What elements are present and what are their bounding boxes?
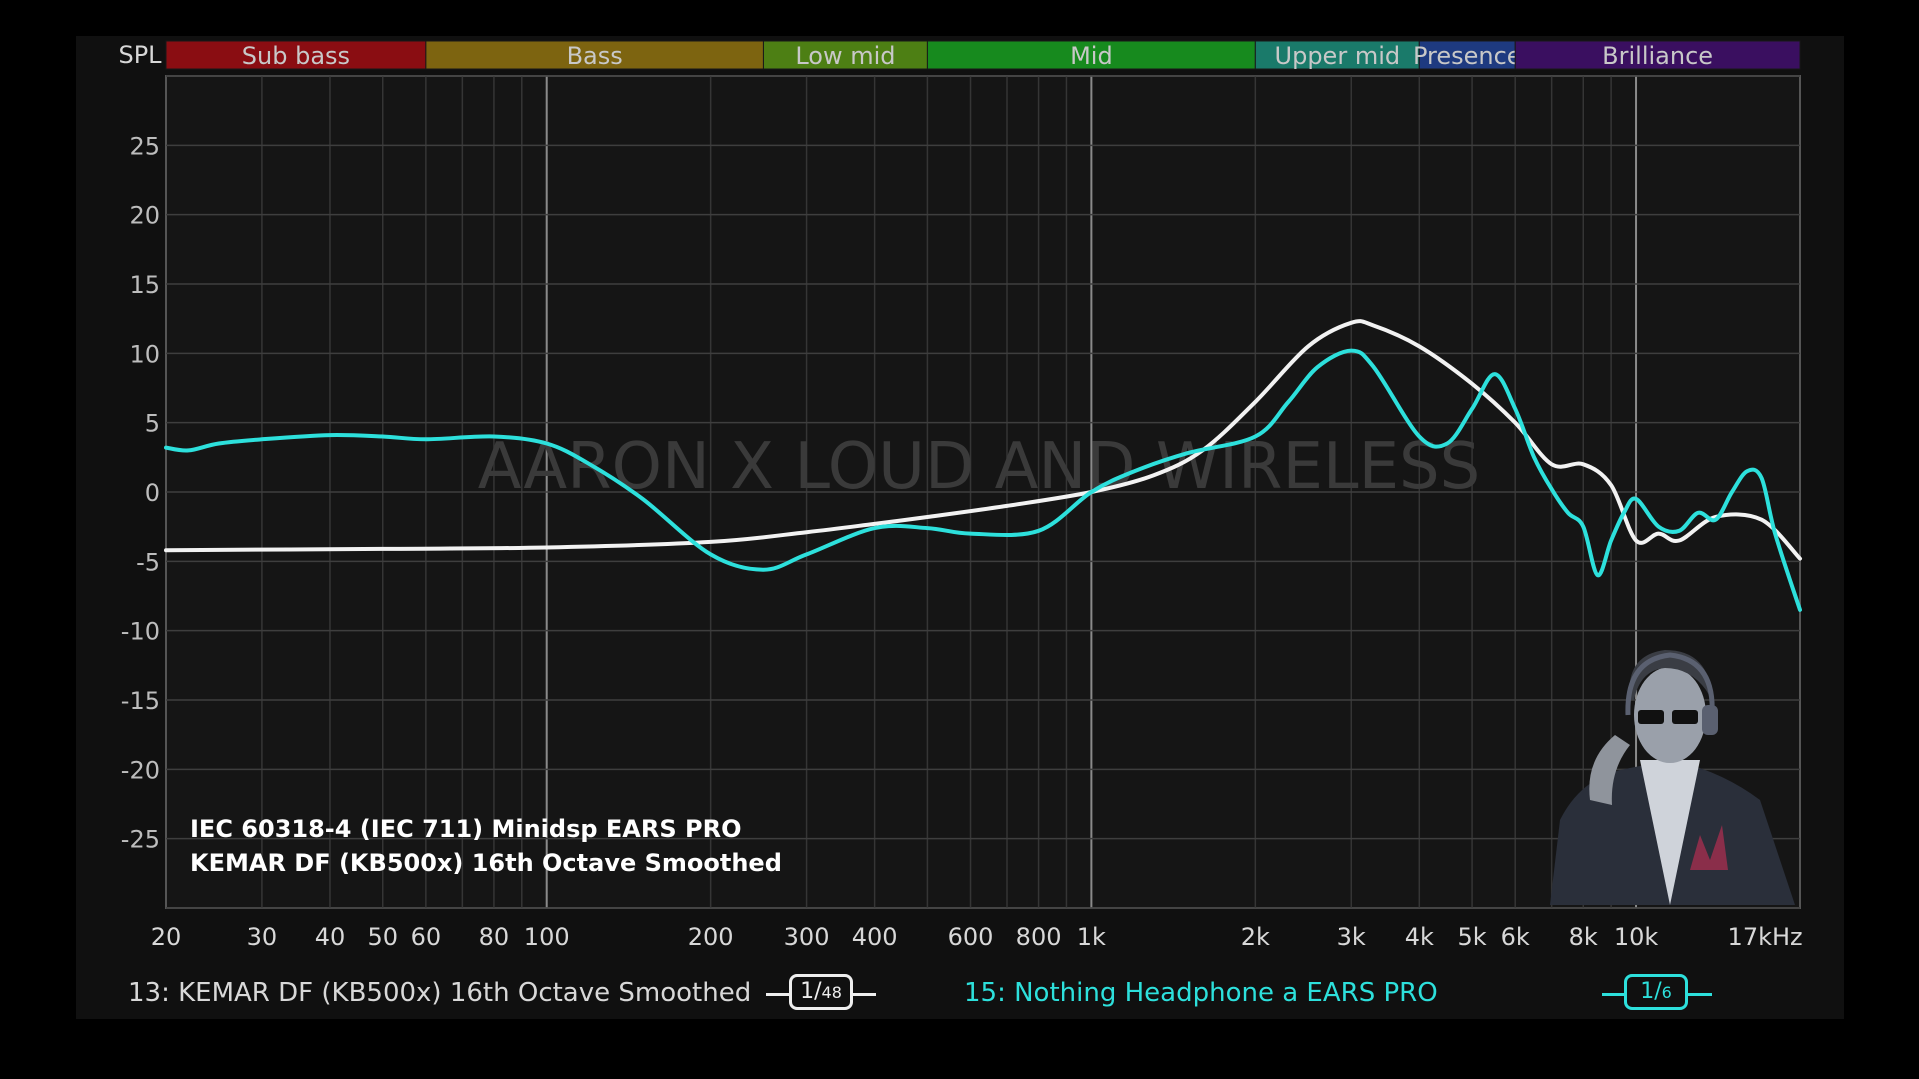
smoothing-den: 6: [1661, 983, 1672, 1002]
avatar-headphone-cup: [1702, 705, 1718, 735]
y-tick-label: 25: [129, 132, 160, 160]
y-tick-label: 0: [145, 479, 160, 507]
y-tick-label: -15: [121, 687, 160, 715]
y-tick-label: 5: [145, 410, 160, 438]
smoothing-num: 1: [1640, 979, 1655, 1004]
band-label-0: Sub bass: [242, 42, 350, 70]
smoothing-den: 48: [821, 983, 842, 1002]
x-tick-label: 2k: [1241, 923, 1270, 951]
x-tick-label: 300: [784, 923, 830, 951]
x-tick-label: 40: [315, 923, 346, 951]
x-tick-label: 200: [688, 923, 734, 951]
x-tick-label: 4k: [1405, 923, 1434, 951]
series2-smoothing-button[interactable]: 1/6: [1624, 974, 1688, 1010]
x-tick-label: 50: [367, 923, 398, 951]
y-tick-label: -5: [136, 548, 160, 576]
x-tick-label: 800: [1016, 923, 1062, 951]
legend-series1-label[interactable]: 13: KEMAR DF (KB500x) 16th Octave Smooth…: [128, 978, 751, 1008]
y-tick-label: 20: [129, 202, 160, 230]
band-label-5: Presence: [1413, 42, 1522, 70]
band-label-2: Low mid: [795, 42, 895, 70]
band-label-4: Upper mid: [1275, 42, 1401, 70]
x-tick-label: 8k: [1569, 923, 1598, 951]
y-tick-label: 10: [129, 340, 160, 368]
x-tick-label: 400: [852, 923, 898, 951]
x-tick-label: 80: [479, 923, 510, 951]
band-label-6: Brilliance: [1602, 42, 1713, 70]
y-tick-label: -20: [121, 756, 160, 784]
watermark: AARON X LOUD AND WIRELESS: [478, 430, 1481, 504]
legend-series2-label[interactable]: 15: Nothing Headphone a EARS PRO: [964, 978, 1438, 1008]
x-tick-label: 60: [411, 923, 442, 951]
avatar-glasses-left: [1638, 710, 1664, 724]
x-tick-label: 1k: [1077, 923, 1106, 951]
x-tick-label: 6k: [1501, 923, 1530, 951]
y-tick-label: -25: [121, 826, 160, 854]
frequency-response-chart: Sub bass Bass Low mid Mid Upper mid Presence B…: [118, 40, 1803, 951]
measurement-note-line2: KEMAR DF (KB500x) 16th Octave Smoothed: [190, 849, 782, 877]
y-tick-label: -10: [121, 618, 160, 646]
x-tick-label: 17kHz: [1728, 923, 1803, 951]
series1-smoothing-button[interactable]: 1/48: [789, 974, 853, 1010]
y-axis-label: SPL: [118, 41, 162, 69]
x-tick-label: 20: [151, 923, 182, 951]
band-label-1: Bass: [567, 42, 623, 70]
x-tick-label: 10k: [1614, 923, 1659, 951]
measurement-note-line1: IEC 60318-4 (IEC 711) Minidsp EARS PRO: [190, 815, 742, 843]
smoothing-num: 1: [800, 979, 815, 1004]
x-tick-label: 100: [524, 923, 570, 951]
y-tick-label: 15: [129, 271, 160, 299]
x-tick-label: 5k: [1457, 923, 1486, 951]
band-label-3: Mid: [1070, 42, 1113, 70]
x-tick-label: 30: [247, 923, 278, 951]
x-tick-label: 600: [948, 923, 994, 951]
avatar-glasses-right: [1672, 710, 1698, 724]
x-tick-label: 3k: [1337, 923, 1366, 951]
